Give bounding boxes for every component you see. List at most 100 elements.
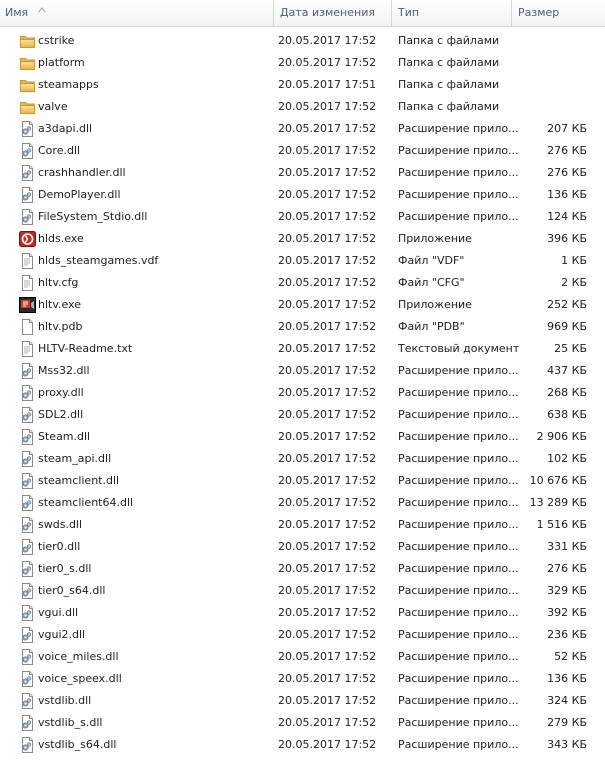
file-type: Расширение прило...: [398, 188, 519, 201]
file-type: Файл "PDB": [398, 320, 465, 333]
folder-icon: [19, 77, 36, 93]
file-row[interactable]: vgui2.dll 20.05.2017 17:52 Расширение прил…: [0, 624, 605, 646]
file-row[interactable]: vstdlib_s64.dll 20.05.2017 17:52 Расширени…: [0, 734, 605, 756]
file-row[interactable]: proxy.dll 20.05.2017 17:52 Расширение прил…: [0, 382, 605, 404]
file-row[interactable]: swds.dll 20.05.2017 17:52 Расширение прило…: [0, 514, 605, 536]
file-row[interactable]: vstdlib_s.dll 20.05.2017 17:52 Расширение …: [0, 712, 605, 734]
file-type: Расширение прило...: [398, 144, 519, 157]
file-type: Расширение прило...: [398, 122, 519, 135]
file-type: Расширение прило...: [398, 584, 519, 597]
column-header-size[interactable]: Размер: [512, 0, 605, 26]
file-name: steam_api.dll: [38, 452, 112, 465]
file-name: HLTV-Readme.txt: [38, 342, 133, 355]
file-type: Папка с файлами: [398, 100, 500, 113]
file-row[interactable]: HLTV-Readme.txt 20.05.2017 17:52 Текстовый…: [0, 338, 605, 360]
file-date-modified: 20.05.2017 17:52: [278, 298, 377, 311]
file-row[interactable]: steam_api.dll 20.05.2017 17:52 Расширение …: [0, 448, 605, 470]
dll-file-icon: [19, 451, 36, 467]
file-type: Расширение прило...: [398, 210, 519, 223]
file-list: cstrike 20.05.2017 17:52 Папка с файлами pl…: [0, 30, 605, 756]
file-type: Расширение прило...: [398, 650, 519, 663]
file-row[interactable]: steamclient.dll 20.05.2017 17:52 Расширени…: [0, 470, 605, 492]
file-row[interactable]: tier0_s64.dll 20.05.2017 17:52 Расширение …: [0, 580, 605, 602]
file-type: Расширение прило...: [398, 694, 519, 707]
file-type: Расширение прило...: [398, 518, 519, 531]
file-row[interactable]: tier0_s.dll 20.05.2017 17:52 Расширение пр…: [0, 558, 605, 580]
text-file-icon: [19, 341, 36, 357]
file-row[interactable]: voice_miles.dll 20.05.2017 17:52 Расширени…: [0, 646, 605, 668]
file-date-modified: 20.05.2017 17:52: [278, 584, 377, 597]
file-type: Расширение прило...: [398, 540, 519, 553]
file-row[interactable]: a3dapi.dll 20.05.2017 17:52 Расширение при…: [0, 118, 605, 140]
file-row[interactable]: vstdlib.dll 20.05.2017 17:52 Расширение пр…: [0, 690, 605, 712]
file-row[interactable]: SDL2.dll 20.05.2017 17:52 Расширение прило…: [0, 404, 605, 426]
file-date-modified: 20.05.2017 17:52: [278, 452, 377, 465]
file-size: 2 906 КБ: [536, 430, 587, 443]
file-size: 276 КБ: [547, 562, 587, 575]
dll-file-icon: [19, 143, 36, 159]
file-row[interactable]: hltv.cfg 20.05.2017 17:52 Файл "CFG" 2 КБ: [0, 272, 605, 294]
dll-file-icon: [19, 209, 36, 225]
file-row[interactable]: crashhandler.dll 20.05.2017 17:52 Расширен…: [0, 162, 605, 184]
dll-file-icon: [19, 627, 36, 643]
file-row[interactable]: hltv.pdb 20.05.2017 17:52 Файл "PDB" 969 КБ: [0, 316, 605, 338]
file-row[interactable]: hltv.exe 20.05.2017 17:52 Приложение 252 КБ: [0, 294, 605, 316]
file-name: a3dapi.dll: [38, 122, 93, 135]
file-date-modified: 20.05.2017 17:52: [278, 716, 377, 729]
file-row[interactable]: hlds.exe 20.05.2017 17:52 Приложение 396 КБ: [0, 228, 605, 250]
hlds-exe-icon: [19, 231, 36, 247]
dll-file-icon: [19, 671, 36, 687]
file-date-modified: 20.05.2017 17:52: [278, 342, 377, 355]
file-type: Расширение прило...: [398, 496, 519, 509]
dll-file-icon: [19, 715, 36, 731]
column-header-type-label: Тип: [398, 6, 420, 19]
file-row[interactable]: DemoPlayer.dll 20.05.2017 17:52 Расширение…: [0, 184, 605, 206]
file-row[interactable]: cstrike 20.05.2017 17:52 Папка с файлами: [0, 30, 605, 52]
file-size: 276 КБ: [547, 144, 587, 157]
column-header-type[interactable]: Тип: [392, 0, 512, 26]
folder-icon: [19, 55, 36, 71]
sort-ascending-icon: [38, 7, 46, 13]
file-size: 124 КБ: [547, 210, 587, 223]
file-size: 268 КБ: [547, 386, 587, 399]
file-size: 396 КБ: [547, 232, 587, 245]
file-type: Папка с файлами: [398, 56, 500, 69]
file-type: Расширение прило...: [398, 386, 519, 399]
blank-file-icon: [19, 319, 36, 335]
file-name: DemoPlayer.dll: [38, 188, 121, 201]
file-name: cstrike: [38, 34, 75, 47]
dll-file-icon: [19, 517, 36, 533]
file-type: Расширение прило...: [398, 430, 519, 443]
column-header-date[interactable]: Дата изменения: [274, 0, 392, 26]
file-name: vstdlib.dll: [38, 694, 92, 707]
dll-file-icon: [19, 473, 36, 489]
file-type: Расширение прило...: [398, 452, 519, 465]
file-row[interactable]: tier0.dll 20.05.2017 17:52 Расширение прил…: [0, 536, 605, 558]
file-row[interactable]: platform 20.05.2017 17:52 Папка с файлами: [0, 52, 605, 74]
file-row[interactable]: valve 20.05.2017 17:52 Папка с файлами: [0, 96, 605, 118]
file-row[interactable]: steamclient64.dll 20.05.2017 17:52 Расшире…: [0, 492, 605, 514]
file-row[interactable]: vgui.dll 20.05.2017 17:52 Расширение прило…: [0, 602, 605, 624]
file-row[interactable]: Mss32.dll 20.05.2017 17:52 Расширение прил…: [0, 360, 605, 382]
file-date-modified: 20.05.2017 17:51: [278, 78, 377, 91]
file-row[interactable]: hlds_steamgames.vdf 20.05.2017 17:52 Файл …: [0, 250, 605, 272]
file-name: proxy.dll: [38, 386, 84, 399]
file-date-modified: 20.05.2017 17:52: [278, 518, 377, 531]
file-size: 329 КБ: [547, 584, 587, 597]
file-row[interactable]: Steam.dll 20.05.2017 17:52 Расширение прил…: [0, 426, 605, 448]
dll-file-icon: [19, 385, 36, 401]
file-row[interactable]: Core.dll 20.05.2017 17:52 Расширение прило…: [0, 140, 605, 162]
file-type: Файл "CFG": [398, 276, 465, 289]
column-header-name[interactable]: Имя: [0, 0, 274, 26]
dll-file-icon: [19, 693, 36, 709]
file-row[interactable]: voice_speex.dll 20.05.2017 17:52 Расширени…: [0, 668, 605, 690]
file-row[interactable]: FileSystem_Stdio.dll 20.05.2017 17:52 Расш…: [0, 206, 605, 228]
file-name: Steam.dll: [38, 430, 91, 443]
column-header-size-label: Размер: [518, 6, 560, 19]
file-row[interactable]: steamapps 20.05.2017 17:51 Папка с файлами: [0, 74, 605, 96]
file-name: crashhandler.dll: [38, 166, 126, 179]
file-size: 276 КБ: [547, 166, 587, 179]
file-name: steamclient64.dll: [38, 496, 134, 509]
folder-icon: [19, 33, 36, 49]
dll-file-icon: [19, 649, 36, 665]
